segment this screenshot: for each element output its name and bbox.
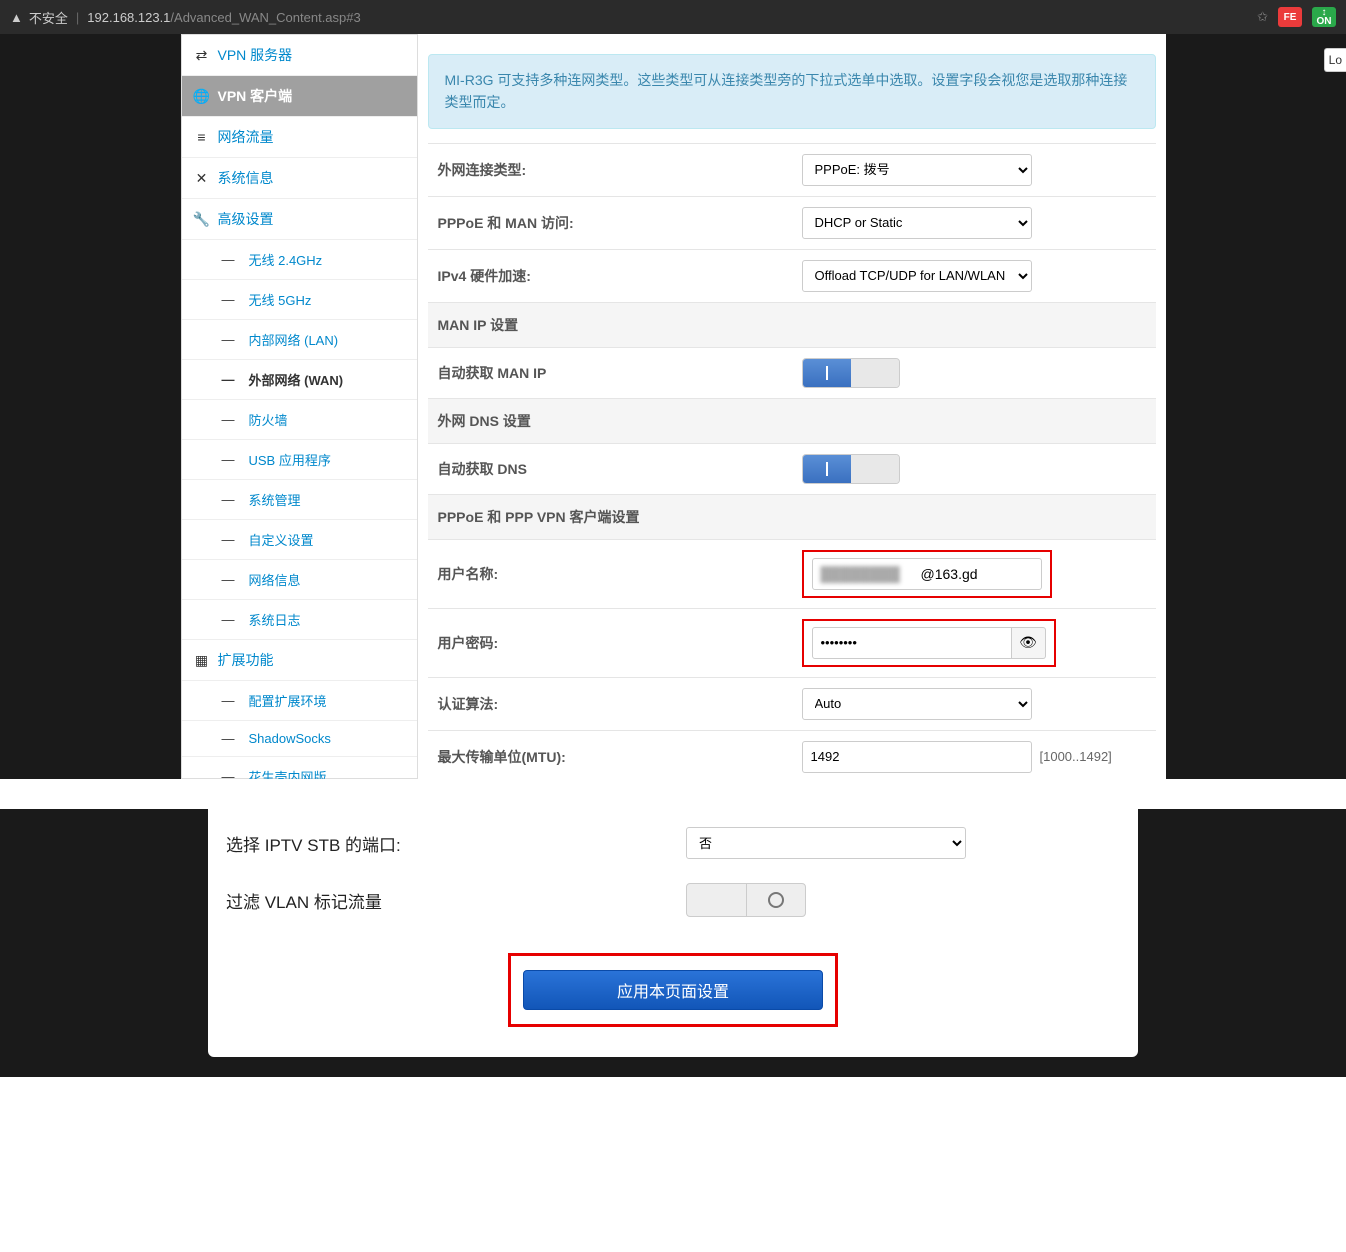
separator: | xyxy=(76,10,79,25)
sidebar-item-ss[interactable]: —ShadowSocks xyxy=(182,721,417,757)
iptv-select[interactable]: 否 xyxy=(686,827,966,859)
wrench-icon: 🔧 xyxy=(194,211,210,228)
sidebar-item-peanut[interactable]: —花生壳内网版 xyxy=(182,757,417,779)
auto-man-label: 自动获取 MAN IP xyxy=(428,347,792,398)
password-highlight: 👁 xyxy=(802,619,1056,667)
toggle-password-icon[interactable]: 👁 xyxy=(1012,627,1046,659)
sidebar-label: 系统管理 xyxy=(249,490,301,509)
vlan-toggle[interactable] xyxy=(686,883,806,917)
sidebar-label: 防火墙 xyxy=(249,410,288,429)
side-tab[interactable]: Lo xyxy=(1324,48,1346,72)
sidebar-item-firewall[interactable]: —防火墙 xyxy=(182,400,417,440)
auto-dns-label: 自动获取 DNS xyxy=(428,443,792,494)
vlan-label: 过滤 VLAN 标记流量 xyxy=(226,888,686,913)
iptv-label: 选择 IPTV STB 的端口: xyxy=(226,831,686,856)
password-input[interactable] xyxy=(812,627,1012,659)
ipv4-hw-label: IPv4 硬件加速: xyxy=(428,249,792,302)
sidebar-label: ShadowSocks xyxy=(249,731,331,746)
sidebar: ⇄ VPN 服务器 🌐 VPN 客户端 ≡ 网络流量 ✕ 系统信息 🔧 高级设置 —无线 … xyxy=(181,34,418,779)
wan-type-select[interactable]: PPPoE: 拨号 xyxy=(802,154,1032,186)
auto-dns-toggle[interactable] xyxy=(802,454,900,484)
grid-icon: ▦ xyxy=(194,652,210,669)
swap-icon: ⇄ xyxy=(194,47,210,64)
insecure-icon: ▲ xyxy=(10,10,23,25)
info-box: MI-R3G 可支持多种连网类型。这些类型可从连接类型旁的下拉式选单中选取。设置… xyxy=(428,54,1156,129)
dns-section: 外网 DNS 设置 xyxy=(428,398,1156,443)
sidebar-label: 高级设置 xyxy=(218,209,274,229)
bottom-panel: 选择 IPTV STB 的端口: 否 过滤 VLAN 标记流量 应用本页面设置 xyxy=(208,809,1138,1057)
sidebar-label: 花生壳内网版 xyxy=(249,767,327,779)
sidebar-label: 扩展功能 xyxy=(218,650,274,670)
sidebar-label: USB 应用程序 xyxy=(249,450,331,469)
sidebar-item-extenv[interactable]: —配置扩展环境 xyxy=(182,681,417,721)
username-suffix: @163.gd xyxy=(921,566,978,582)
browser-address-bar: ▲ 不安全 | 192.168.123.1/Advanced_WAN_Conte… xyxy=(0,0,1346,34)
sidebar-item-usb[interactable]: —USB 应用程序 xyxy=(182,440,417,480)
apply-highlight: 应用本页面设置 xyxy=(508,953,838,1027)
sidebar-item-sysadmin[interactable]: —系统管理 xyxy=(182,480,417,520)
sidebar-label: 自定义设置 xyxy=(249,530,314,549)
auth-label: 认证算法: xyxy=(428,677,792,730)
sidebar-label: VPN 客户端 xyxy=(218,86,293,106)
globe-icon: 🌐 xyxy=(194,88,210,105)
sidebar-label: 网络流量 xyxy=(218,127,274,147)
sidebar-label: 配置扩展环境 xyxy=(249,691,327,710)
sidebar-item-syslog[interactable]: —系统日志 xyxy=(182,600,417,640)
username-label: 用户名称: xyxy=(428,539,792,608)
sidebar-label: 系统日志 xyxy=(249,610,301,629)
sidebar-item-advanced[interactable]: 🔧 高级设置 xyxy=(182,199,417,240)
sidebar-label: VPN 服务器 xyxy=(218,45,293,65)
pppoe-section: PPPoE 和 PPP VPN 客户端设置 xyxy=(428,494,1156,539)
mtu-input[interactable] xyxy=(802,741,1032,773)
sidebar-label: 内部网络 (LAN) xyxy=(249,330,339,349)
sidebar-item-wl24[interactable]: —无线 2.4GHz xyxy=(182,240,417,280)
sidebar-item-vpn-client[interactable]: 🌐 VPN 客户端 xyxy=(182,76,417,117)
sidebar-item-traffic[interactable]: ≡ 网络流量 xyxy=(182,117,417,158)
ipv4-hw-select[interactable]: Offload TCP/UDP for LAN/WLAN xyxy=(802,260,1032,292)
extension-on-icon[interactable]: ↕ON xyxy=(1312,7,1336,27)
auto-man-toggle[interactable] xyxy=(802,358,900,388)
sidebar-label: 无线 5GHz xyxy=(249,290,312,309)
extension-fe-icon[interactable]: FE xyxy=(1278,7,1302,27)
sidebar-item-wan[interactable]: —外部网络 (WAN) xyxy=(182,360,417,400)
auth-select[interactable]: Auto xyxy=(802,688,1032,720)
password-label: 用户密码: xyxy=(428,608,792,677)
pppoe-man-select[interactable]: DHCP or Static xyxy=(802,207,1032,239)
apply-button[interactable]: 应用本页面设置 xyxy=(523,970,823,1010)
sidebar-item-netinfo[interactable]: —网络信息 xyxy=(182,560,417,600)
sidebar-label: 外部网络 (WAN) xyxy=(249,370,344,389)
sidebar-item-lan[interactable]: —内部网络 (LAN) xyxy=(182,320,417,360)
mtu-label: 最大传输单位(MTU): xyxy=(428,730,792,779)
shuffle-icon: ✕ xyxy=(194,170,210,187)
sidebar-label: 网络信息 xyxy=(249,570,301,589)
sidebar-item-extensions[interactable]: ▦ 扩展功能 xyxy=(182,640,417,681)
sidebar-item-custom[interactable]: —自定义设置 xyxy=(182,520,417,560)
username-highlight: ████████@163.gd xyxy=(802,550,1052,598)
sidebar-label: 无线 2.4GHz xyxy=(249,250,323,269)
username-blurred: ████████ xyxy=(821,566,921,582)
sidebar-item-wl5[interactable]: —无线 5GHz xyxy=(182,280,417,320)
bars-icon: ≡ xyxy=(194,129,210,145)
sidebar-item-vpn-server[interactable]: ⇄ VPN 服务器 xyxy=(182,35,417,76)
pppoe-man-label: PPPoE 和 MAN 访问: xyxy=(428,196,792,249)
content-panel: MI-R3G 可支持多种连网类型。这些类型可从连接类型旁的下拉式选单中选取。设置… xyxy=(418,34,1166,779)
url-host: 192.168.123.1 xyxy=(87,10,170,25)
mtu-hint: [1000..1492] xyxy=(1040,749,1112,764)
url-path: /Advanced_WAN_Content.asp#3 xyxy=(170,10,360,25)
man-ip-section: MAN IP 设置 xyxy=(428,302,1156,347)
security-label: 不安全 xyxy=(29,8,68,27)
favorite-icon[interactable]: ✩ xyxy=(1257,9,1268,25)
wan-type-label: 外网连接类型: xyxy=(428,143,792,196)
sidebar-item-sysinfo[interactable]: ✕ 系统信息 xyxy=(182,158,417,199)
sidebar-label: 系统信息 xyxy=(218,168,274,188)
